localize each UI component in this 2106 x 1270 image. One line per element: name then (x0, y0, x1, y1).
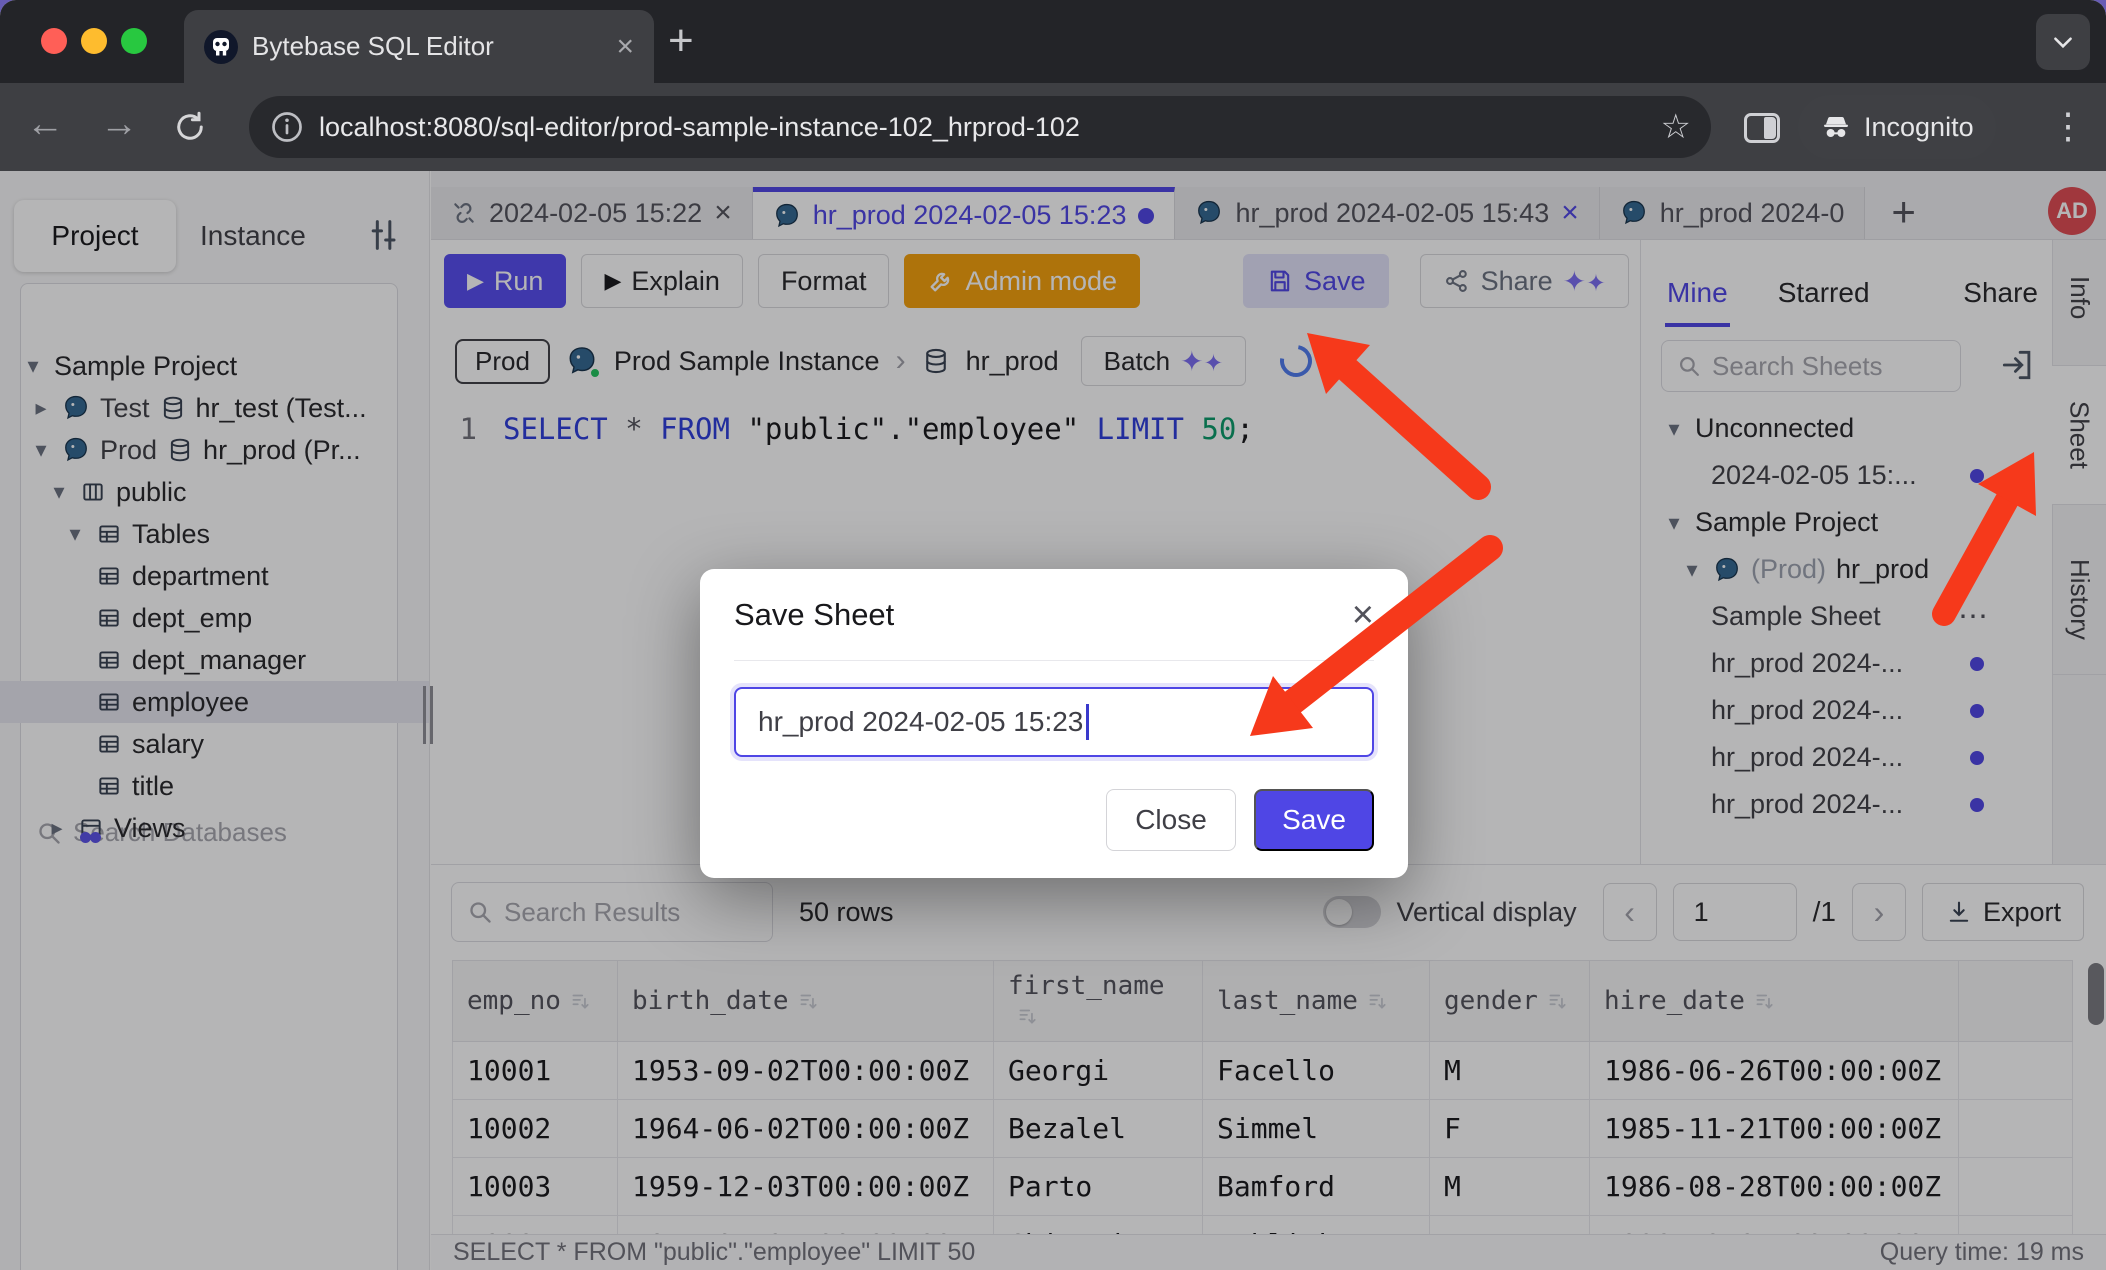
chevron-down-icon (2050, 29, 2076, 55)
cancel-button[interactable]: Close (1106, 789, 1236, 851)
window-close-button[interactable] (41, 28, 67, 54)
browser-tabstrip: Bytebase SQL Editor × + (0, 0, 2106, 83)
sheet-name-value: hr_prod 2024-02-05 15:23 (758, 706, 1083, 738)
dialog-title: Save Sheet (734, 597, 894, 633)
screen: Bytebase SQL Editor × + ← → localhost:80… (0, 0, 2106, 1270)
reload-button[interactable] (172, 109, 208, 145)
window-minimize-button[interactable] (81, 28, 107, 54)
incognito-badge: Incognito (1798, 95, 1996, 159)
browser-tab-close-icon[interactable]: × (616, 32, 634, 62)
browser-tab-title: Bytebase SQL Editor (252, 31, 602, 62)
side-panel-button[interactable] (1744, 113, 1780, 143)
url-bar[interactable]: localhost:8080/sql-editor/prod-sample-in… (249, 96, 1711, 158)
bytebase-favicon (204, 30, 238, 64)
back-button[interactable]: ← (26, 105, 64, 143)
confirm-save-label: Save (1282, 804, 1346, 836)
window-zoom-button[interactable] (121, 28, 147, 54)
browser-tab[interactable]: Bytebase SQL Editor × (184, 10, 654, 83)
dialog-actions: Close Save (734, 789, 1374, 851)
browser-chrome: Bytebase SQL Editor × + ← → localhost:80… (0, 0, 2106, 171)
new-tab-button[interactable]: + (668, 16, 694, 66)
cancel-label: Close (1135, 804, 1207, 836)
text-caret (1086, 704, 1089, 740)
site-info-icon[interactable] (269, 109, 305, 145)
browser-toolbar: ← → localhost:8080/sql-editor/prod-sampl… (0, 83, 2106, 171)
confirm-save-button[interactable]: Save (1254, 789, 1374, 851)
incognito-label: Incognito (1864, 112, 1974, 143)
sheet-name-input[interactable]: hr_prod 2024-02-05 15:23 (734, 687, 1374, 757)
tab-search-button[interactable] (2036, 14, 2090, 70)
url-text: localhost:8080/sql-editor/prod-sample-in… (319, 112, 1661, 143)
forward-button[interactable]: → (100, 105, 138, 143)
close-icon[interactable]: × (1352, 596, 1374, 634)
save-sheet-dialog: Save Sheet × hr_prod 2024-02-05 15:23 Cl… (700, 569, 1408, 878)
incognito-icon (1820, 111, 1852, 143)
bookmark-star-icon[interactable]: ☆ (1661, 107, 1691, 147)
browser-menu-icon[interactable]: ⋮ (2050, 105, 2086, 147)
dialog-header: Save Sheet × (734, 569, 1374, 661)
browser-window: Bytebase SQL Editor × + ← → localhost:80… (0, 0, 2106, 1270)
